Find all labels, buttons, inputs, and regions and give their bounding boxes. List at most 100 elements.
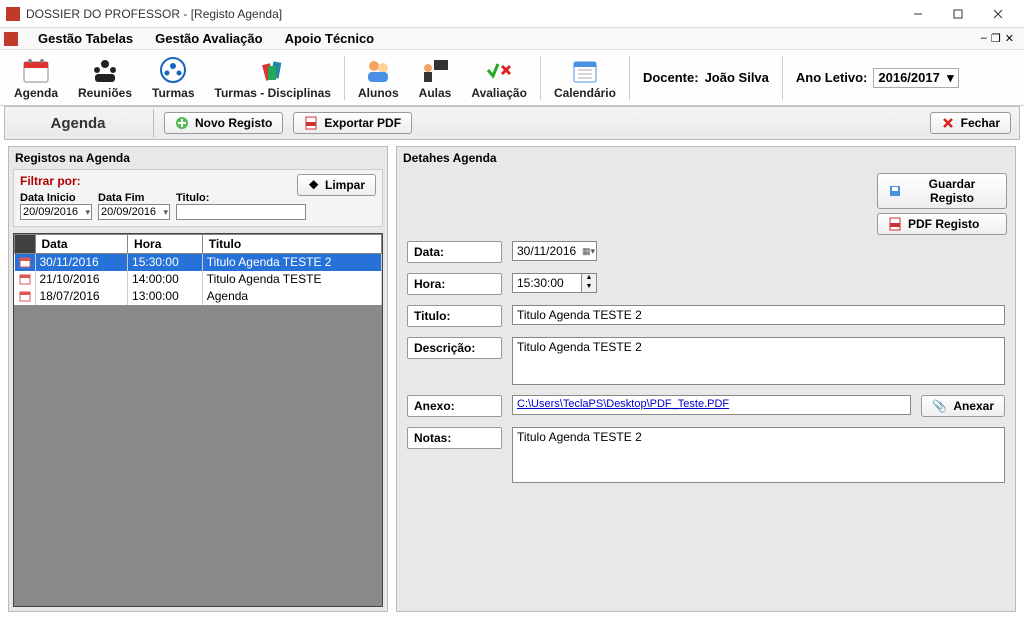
- titulo-label: Titulo:: [407, 305, 502, 327]
- data-fim-label: Data Fim: [98, 192, 170, 204]
- detalhes-panel: Detahes Agenda Guardar Registo PDF Regis…: [396, 146, 1016, 612]
- agenda-grid: Data Hora Titulo 30/11/2016 15:30:00 Tit…: [13, 233, 383, 607]
- cell-titulo: Agenda: [202, 288, 381, 305]
- group-icon: [158, 55, 188, 85]
- detalhes-header: Detahes Agenda: [397, 147, 1015, 169]
- menubar: Gestão Tabelas Gestão Avaliação Apoio Té…: [0, 28, 1024, 50]
- minimize-button[interactable]: [898, 1, 938, 27]
- mdi-window-controls: – ❐ ✕: [981, 32, 1020, 45]
- cell-titulo: Titulo Agenda TESTE 2: [202, 254, 381, 271]
- toolbar-agenda[interactable]: Agenda: [6, 53, 66, 102]
- toolbar-aulas[interactable]: Aulas: [411, 53, 460, 102]
- exportar-pdf-button[interactable]: Exportar PDF: [293, 112, 412, 134]
- grid-icon-header: [15, 235, 36, 254]
- descricao-input[interactable]: [512, 337, 1005, 385]
- mdi-restore-icon[interactable]: ❐: [991, 32, 1001, 45]
- cell-data: 18/07/2016: [35, 288, 128, 305]
- registos-panel: Registos na Agenda Filtrar por: ❖ Limpar…: [8, 146, 388, 612]
- spin-down-icon[interactable]: ▼: [582, 283, 596, 292]
- ano-letivo-info: Ano Letivo: 2016/2017 ▾: [788, 68, 967, 88]
- pdf-icon: [888, 217, 902, 231]
- grid-col-hora[interactable]: Hora: [128, 235, 203, 254]
- cell-titulo: Titulo Agenda TESTE: [202, 271, 381, 288]
- close-icon: [941, 116, 955, 130]
- toolbar-avaliacao[interactable]: Avaliação: [463, 53, 535, 102]
- grid-col-titulo[interactable]: Titulo: [202, 235, 381, 254]
- grid-col-data[interactable]: Data: [35, 235, 128, 254]
- calendar2-icon: [570, 55, 600, 85]
- app-icon-small: [4, 32, 18, 46]
- docente-label: Docente:: [643, 70, 699, 85]
- ano-select[interactable]: 2016/2017 ▾: [873, 68, 958, 88]
- anexar-button[interactable]: 📎 Anexar: [921, 395, 1005, 417]
- menu-gestao-tabelas[interactable]: Gestão Tabelas: [34, 29, 137, 48]
- guardar-registo-button[interactable]: Guardar Registo: [877, 173, 1007, 209]
- hora-input[interactable]: [512, 273, 582, 293]
- toolbar-divider: [540, 56, 541, 100]
- table-row[interactable]: 30/11/2016 15:30:00 Titulo Agenda TESTE …: [15, 254, 382, 271]
- page-title: Agenda: [13, 115, 143, 132]
- cell-hora: 13:00:00: [128, 288, 203, 305]
- toolbar-divider: [629, 56, 630, 100]
- table-row[interactable]: 18/07/2016 13:00:00 Agenda: [15, 288, 382, 305]
- toolbar-divider: [782, 56, 783, 100]
- teacher-icon: [420, 55, 450, 85]
- toolbar-divider: [344, 56, 345, 100]
- save-icon: [888, 184, 902, 198]
- toolbar-calendario[interactable]: Calendário: [546, 53, 624, 102]
- app-icon: [6, 7, 20, 21]
- cell-hora: 14:00:00: [128, 271, 203, 288]
- data-inicio-label: Data Inicio: [20, 192, 92, 204]
- action-bar: Agenda Novo Registo Exportar PDF Fechar: [4, 106, 1020, 140]
- anexo-label: Anexo:: [407, 395, 502, 417]
- window-titlebar: DOSSIER DO PROFESSOR - [Registo Agenda]: [0, 0, 1024, 28]
- pdf-registo-button[interactable]: PDF Registo: [877, 213, 1007, 235]
- data-label: Data:: [407, 241, 502, 263]
- titulo-filter-input[interactable]: [176, 204, 306, 220]
- fechar-button[interactable]: Fechar: [930, 112, 1011, 134]
- row-icon: [15, 288, 36, 305]
- books-icon: [258, 55, 288, 85]
- clear-icon: ❖: [308, 178, 319, 192]
- attachment-icon: 📎: [932, 399, 947, 413]
- cell-hora: 15:30:00: [128, 254, 203, 271]
- row-icon: [15, 254, 36, 271]
- window-title: DOSSIER DO PROFESSOR - [Registo Agenda]: [26, 7, 898, 21]
- data-input[interactable]: [512, 241, 597, 261]
- students-icon: [363, 55, 393, 85]
- titulo-input[interactable]: [512, 305, 1005, 325]
- maximize-button[interactable]: [938, 1, 978, 27]
- limpar-button[interactable]: ❖ Limpar: [297, 174, 376, 196]
- mdi-close-icon[interactable]: ✕: [1005, 32, 1014, 45]
- hora-label: Hora:: [407, 273, 502, 295]
- filter-box: Filtrar por: ❖ Limpar Data Inicio ▾ Data…: [13, 169, 383, 227]
- novo-registo-button[interactable]: Novo Registo: [164, 112, 283, 134]
- row-icon: [15, 271, 36, 288]
- anexo-path[interactable]: C:\Users\TeclaPS\Desktop\PDF_Teste.PDF: [512, 395, 911, 415]
- grid-empty-area: [14, 305, 382, 608]
- toolbar-turmas[interactable]: Turmas: [144, 53, 202, 102]
- mdi-minimize-icon[interactable]: –: [981, 32, 987, 45]
- toolbar-turmas-disciplinas[interactable]: Turmas - Disciplinas: [207, 53, 339, 102]
- notas-label: Notas:: [407, 427, 502, 449]
- menu-gestao-avaliacao[interactable]: Gestão Avaliação: [151, 29, 266, 48]
- spin-up-icon[interactable]: ▲: [582, 274, 596, 283]
- pdf-icon: [304, 116, 318, 130]
- docente-value: João Silva: [705, 70, 769, 85]
- close-button[interactable]: [978, 1, 1018, 27]
- docente-info: Docente: João Silva: [635, 70, 777, 85]
- menu-apoio-tecnico[interactable]: Apoio Técnico: [281, 29, 379, 48]
- toolbar-reunioes[interactable]: Reuniões: [70, 53, 140, 102]
- notas-input[interactable]: [512, 427, 1005, 483]
- main-toolbar: Agenda Reuniões Turmas Turmas - Discipli…: [0, 50, 1024, 106]
- cell-data: 21/10/2016: [35, 271, 128, 288]
- cell-data: 30/11/2016: [35, 254, 128, 271]
- table-row[interactable]: 21/10/2016 14:00:00 Titulo Agenda TESTE: [15, 271, 382, 288]
- calendar-icon: [21, 55, 51, 85]
- data-inicio-input[interactable]: [20, 204, 92, 220]
- toolbar-alunos[interactable]: Alunos: [350, 53, 407, 102]
- registos-header: Registos na Agenda: [9, 147, 387, 169]
- data-fim-input[interactable]: [98, 204, 170, 220]
- descricao-label: Descrição:: [407, 337, 502, 359]
- ano-label: Ano Letivo:: [796, 70, 868, 85]
